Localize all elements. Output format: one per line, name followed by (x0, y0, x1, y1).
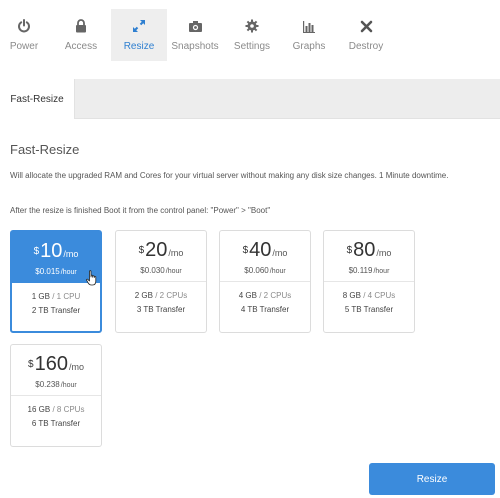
lock-icon (76, 19, 86, 33)
plan-card-160[interactable]: $160/mo $0.238/hour 16 GB / 8 CPUs 6 TB … (10, 344, 102, 447)
nav-label-destroy: Destroy (348, 41, 384, 52)
plan-specs: 8 GB / 4 CPUs 5 TB Transfer (342, 291, 396, 314)
plan-price-header: $40/mo $0.060/hour (220, 231, 310, 282)
nav-label-graphs: Graphs (292, 41, 326, 52)
nav-label-access: Access (64, 41, 98, 52)
droplet-nav: Power Access Resize Snapshots Settings G… (0, 0, 500, 62)
plan-price-header: $20/mo $0.030/hour (116, 231, 206, 282)
nav-label-snapshots: Snapshots (171, 41, 219, 52)
plan-card-20[interactable]: $20/mo $0.030/hour 2 GB / 2 CPUs 3 TB Tr… (115, 230, 207, 333)
tab-fast-resize[interactable]: Fast-Resize (0, 79, 75, 119)
nav-item-resize[interactable]: Resize (111, 9, 167, 61)
plan-price-header: $160/mo $0.238/hour (11, 345, 101, 396)
plan-specs: 16 GB / 8 CPUs 6 TB Transfer (27, 405, 85, 428)
nav-item-access[interactable]: Access (53, 9, 109, 61)
plan-monthly-price: $80/mo (346, 239, 392, 261)
nav-label-power: Power (9, 41, 39, 52)
plan-hourly-price: $0.238/hour (35, 380, 77, 389)
nav-item-destroy[interactable]: Destroy (338, 9, 394, 61)
nav-item-snapshots[interactable]: Snapshots (167, 9, 223, 61)
camera-icon (188, 20, 202, 32)
plan-monthly-price: $10/mo (33, 240, 79, 262)
resize-button[interactable]: Resize (369, 463, 495, 495)
plan-card-80[interactable]: $80/mo $0.119/hour 8 GB / 4 CPUs 5 TB Tr… (323, 230, 415, 333)
nav-item-power[interactable]: Power (0, 9, 52, 61)
plan-card-40[interactable]: $40/mo $0.060/hour 4 GB / 2 CPUs 4 TB Tr… (219, 230, 311, 333)
close-icon (360, 20, 372, 32)
section-title: Fast-Resize (10, 142, 80, 157)
plan-hourly-price: $0.060/hour (244, 266, 286, 275)
plan-specs: 1 GB / 1 CPU 2 TB Transfer (31, 292, 81, 315)
nav-label-resize: Resize (123, 41, 155, 52)
bar-chart-icon (303, 20, 315, 33)
plan-monthly-price: $20/mo (138, 239, 184, 261)
nav-item-settings[interactable]: Settings (224, 9, 280, 61)
plan-monthly-price: $40/mo (242, 239, 288, 261)
plan-hourly-price: $0.119/hour (348, 266, 390, 275)
section-description: Will allocate the upgraded RAM and Cores… (10, 171, 449, 180)
section-note: After the resize is finished Boot it fro… (10, 206, 271, 215)
nav-label-settings: Settings (233, 41, 271, 52)
plan-specs: 4 GB / 2 CPUs 4 TB Transfer (238, 291, 292, 314)
power-icon (18, 19, 30, 33)
plan-specs: 2 GB / 2 CPUs 3 TB Transfer (134, 291, 188, 314)
hand-pointer-icon (86, 270, 97, 286)
resize-tab-strip: Fast-Resize (0, 79, 500, 119)
plan-price-header: $80/mo $0.119/hour (324, 231, 414, 282)
gear-icon (245, 19, 259, 33)
resize-arrows-icon (133, 20, 145, 32)
plan-monthly-price: $160/mo (28, 353, 84, 375)
plan-hourly-price: $0.030/hour (140, 266, 182, 275)
nav-item-graphs[interactable]: Graphs (281, 9, 337, 61)
